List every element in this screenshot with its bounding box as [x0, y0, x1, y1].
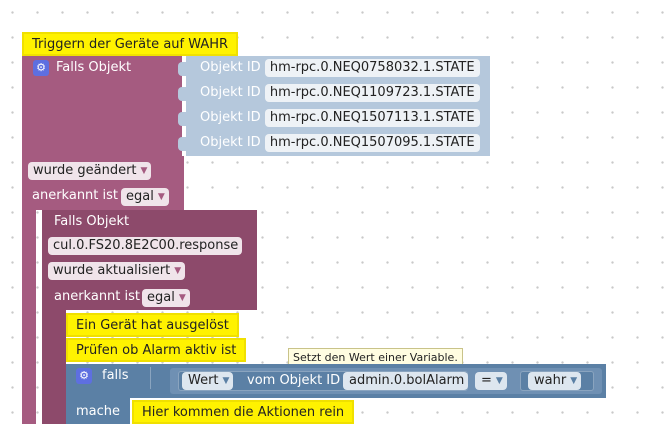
from-object-label: vom Objekt ID [247, 373, 341, 388]
comment-check-alarm-text: Prüfen ob Alarm aktiv ist [76, 343, 237, 358]
compare-value: wahr [534, 373, 567, 388]
compare-value-dropdown[interactable]: wahr ▼ [528, 372, 582, 390]
do-label: mache [76, 404, 121, 419]
ack-dropdown[interactable]: egal ▼ [121, 188, 169, 206]
inner-object-id-value: cul.0.FS20.8E2C00.response [53, 238, 239, 253]
ack-value: egal [126, 189, 154, 204]
inner-ack-dropdown[interactable]: egal ▼ [142, 289, 190, 307]
object-id-field[interactable]: hm-rpc.0.NEQ1507095.1.STATE [264, 134, 480, 152]
dropdown-arrow-icon: ▼ [140, 166, 148, 176]
operator-value: = [481, 373, 492, 388]
object-id-row-2[interactable]: Objekt ID hm-rpc.0.NEQ1109723.1.STATE [186, 81, 490, 106]
object-id-field[interactable]: hm-rpc.0.NEQ1109723.1.STATE [264, 84, 480, 102]
object-id-label: Objekt ID [200, 60, 261, 75]
dropdown-arrow-icon: ▼ [178, 293, 186, 303]
input-notch [178, 112, 186, 126]
object-id-row-1[interactable]: Objekt ID hm-rpc.0.NEQ0758032.1.STATE [186, 56, 490, 81]
falls-objekt-label: Falls Objekt [56, 60, 132, 75]
comment-device-triggered-text: Ein Gerät hat ausgelöst [76, 318, 229, 333]
dropdown-arrow-icon: ▼ [174, 266, 182, 276]
input-notch [178, 62, 186, 76]
inner-change-mode-dropdown[interactable]: wurde aktualisiert ▼ [48, 262, 186, 280]
if-input-slot [150, 367, 168, 389]
dropdown-arrow-icon: ▼ [570, 376, 578, 386]
value-dropdown-value: Wert [188, 373, 219, 388]
change-mode-dropdown[interactable]: wurde geändert ▼ [28, 162, 152, 180]
value-dropdown[interactable]: Wert ▼ [182, 372, 234, 390]
object-id-label: Objekt ID [200, 85, 261, 100]
object-id-field[interactable]: hm-rpc.0.NEQ0758032.1.STATE [264, 59, 480, 77]
comment-device-triggered[interactable]: Ein Gerät hat ausgelöst [66, 313, 239, 337]
inner-change-mode-value: wurde aktualisiert [53, 263, 171, 278]
object-id-row-4[interactable]: Objekt ID hm-rpc.0.NEQ1507095.1.STATE [186, 131, 490, 156]
input-notch [178, 137, 186, 151]
inner-falls-objekt-spine [42, 310, 66, 424]
inner-falls-objekt-label: Falls Objekt [54, 214, 130, 229]
comment-actions-here-text: Hier kommen die Aktionen rein [142, 405, 345, 420]
comment-actions-here[interactable]: Hier kommen die Aktionen rein [132, 400, 355, 424]
inner-ack-value: egal [147, 290, 175, 305]
inner-ack-label: anerkannt ist [54, 289, 141, 304]
object-id-row-3[interactable]: Objekt ID hm-rpc.0.NEQ1507113.1.STATE [186, 106, 490, 131]
alarm-object-id-value: admin.0.bolAlarm [349, 373, 465, 388]
alarm-object-id-field[interactable]: admin.0.bolAlarm [343, 372, 469, 390]
change-mode-value: wurde geändert [33, 163, 137, 178]
comment-trigger-title[interactable]: Triggern der Geräte auf WAHR [22, 32, 239, 56]
dropdown-arrow-icon: ▼ [495, 376, 503, 386]
gear-icon[interactable]: ⚙ [76, 368, 92, 384]
object-id-label: Objekt ID [200, 110, 261, 125]
input-notch [178, 87, 186, 101]
comment-trigger-title-text: Triggern der Geräte auf WAHR [32, 37, 229, 52]
object-id-label: Objekt ID [200, 135, 261, 150]
dropdown-arrow-icon: ▼ [222, 376, 230, 386]
inner-object-id-field[interactable]: cul.0.FS20.8E2C00.response [48, 237, 243, 255]
dropdown-arrow-icon: ▼ [157, 192, 165, 202]
ack-label: anerkannt ist [32, 188, 119, 203]
operator-dropdown[interactable]: = ▼ [475, 372, 507, 390]
if-label: falls [102, 368, 129, 383]
object-id-field[interactable]: hm-rpc.0.NEQ1507113.1.STATE [264, 109, 480, 127]
comment-check-alarm[interactable]: Prüfen ob Alarm aktiv ist [66, 338, 247, 362]
gear-icon[interactable]: ⚙ [33, 60, 49, 76]
